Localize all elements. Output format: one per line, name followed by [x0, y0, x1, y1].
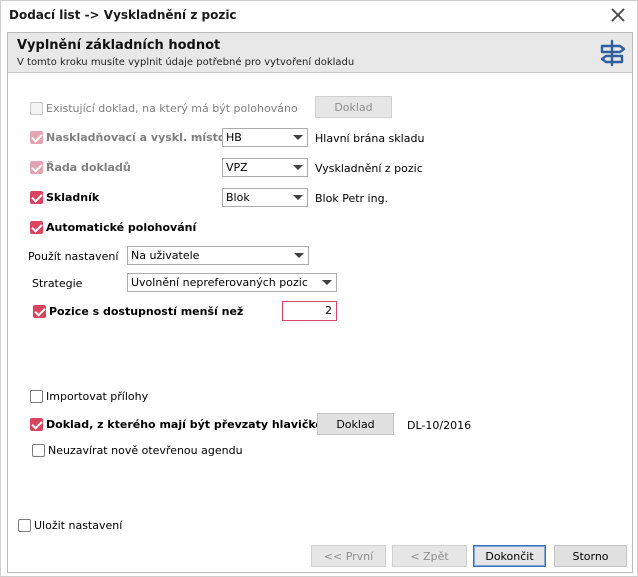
chevron-down-icon — [294, 253, 304, 258]
series-checkbox[interactable] — [30, 161, 43, 174]
chevron-down-icon — [293, 165, 303, 170]
series-value: VPZ — [226, 161, 248, 174]
header-doc-checkbox[interactable] — [30, 418, 43, 431]
close-icon — [611, 8, 625, 22]
save-settings-checkbox[interactable] — [18, 519, 31, 532]
series-description: Vyskladnění z pozic — [315, 162, 423, 175]
strategy-select[interactable]: Uvolnění nepreferovaných pozic — [127, 273, 337, 292]
title-bar: Dodací list -> Vyskladnění z pozic — [1, 1, 637, 29]
wizard-content: Vyplnění základních hodnot V tomto kroku… — [7, 32, 633, 573]
use-settings-select[interactable]: Na uživatele — [127, 246, 309, 265]
chevron-down-icon — [322, 280, 332, 285]
positions-less-label: Pozice s dostupností menší než — [49, 305, 244, 318]
chevron-down-icon — [293, 135, 303, 140]
window-title: Dodací list -> Vyskladnění z pozic — [9, 8, 237, 22]
storekeeper-label: Skladník — [46, 191, 100, 204]
import-attachments-label: Importovat přílohy — [46, 390, 149, 403]
close-button[interactable] — [607, 5, 629, 25]
storekeeper-checkbox[interactable] — [30, 191, 43, 204]
storekeeper-select[interactable]: Blok — [222, 188, 308, 207]
header-doc-value: DL-10/2016 — [407, 419, 472, 432]
step-subtitle: V tomto kroku musíte vyplnit údaje potře… — [17, 57, 355, 68]
signpost-icon — [600, 39, 626, 67]
place-label: Naskladňovací a vyskl. místo — [46, 131, 226, 144]
step-title: Vyplnění základních hodnot — [17, 38, 221, 53]
dialog-window: Dodací list -> Vyskladnění z pozic Vypln… — [0, 0, 638, 577]
keep-open-checkbox[interactable] — [32, 444, 45, 457]
place-select[interactable]: HB — [222, 128, 308, 147]
storekeeper-description: Blok Petr ing. — [315, 192, 389, 205]
back-button[interactable]: < Zpět — [392, 545, 467, 567]
save-settings-label: Uložit nastavení — [34, 519, 123, 532]
cancel-button[interactable]: Storno — [554, 545, 627, 567]
storekeeper-value: Blok — [226, 191, 250, 204]
use-settings-value: Na uživatele — [131, 249, 200, 262]
auto-positioning-label: Automatické polohování — [46, 221, 197, 234]
existing-doc-button[interactable]: Doklad — [315, 96, 392, 118]
place-value: HB — [226, 131, 242, 144]
existing-doc-label: Existující doklad, na který má být poloh… — [46, 102, 298, 115]
auto-positioning-checkbox[interactable] — [30, 221, 43, 234]
place-checkbox[interactable] — [30, 131, 43, 144]
finish-button[interactable]: Dokončit — [473, 545, 546, 567]
first-button[interactable]: << První — [311, 545, 386, 567]
series-select[interactable]: VPZ — [222, 158, 308, 177]
place-description: Hlavní brána skladu — [315, 132, 425, 145]
series-label: Řada dokladů — [46, 161, 131, 174]
use-settings-label: Použít nastavení — [28, 250, 119, 263]
strategy-value: Uvolnění nepreferovaných pozic — [131, 276, 308, 289]
existing-doc-checkbox[interactable] — [30, 102, 43, 115]
import-attachments-checkbox[interactable] — [30, 390, 43, 403]
positions-less-input[interactable]: 2 — [282, 301, 337, 321]
chevron-down-icon — [293, 195, 303, 200]
strategy-label: Strategie — [32, 277, 83, 290]
positions-less-checkbox[interactable] — [33, 305, 46, 318]
header-doc-button[interactable]: Doklad — [317, 413, 394, 435]
step-header: Vyplnění základních hodnot V tomto kroku… — [8, 33, 632, 73]
positions-less-value: 2 — [325, 304, 332, 317]
keep-open-label: Neuzavírat nově otevřenou agendu — [48, 444, 243, 457]
